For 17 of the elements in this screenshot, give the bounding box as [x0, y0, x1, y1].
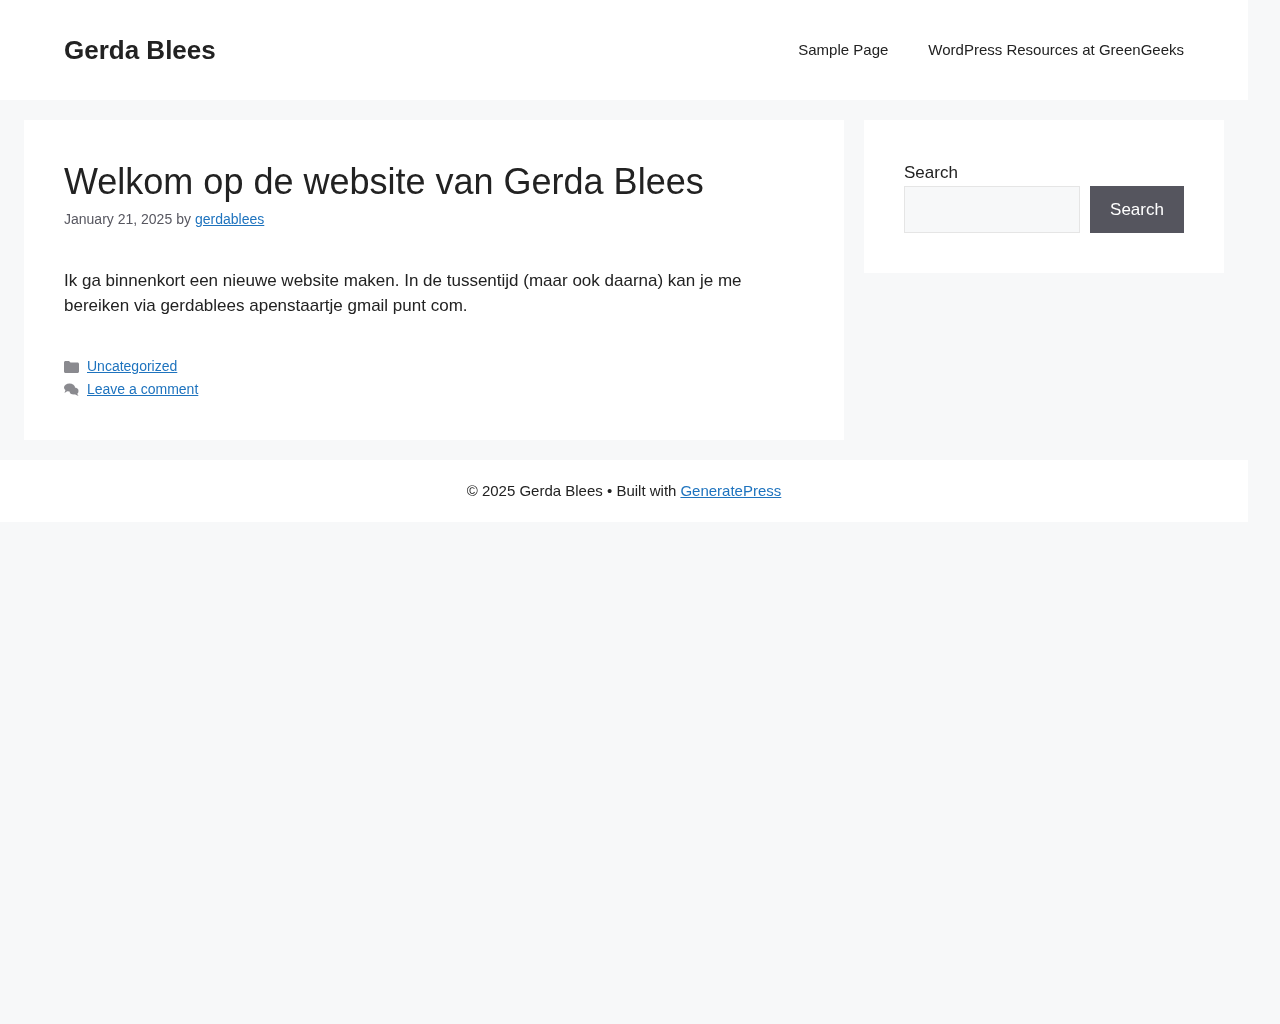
author-link[interactable]: gerdablees	[195, 209, 265, 231]
site-title[interactable]: Gerda Blees	[64, 30, 216, 70]
search-field[interactable]	[904, 186, 1080, 233]
copyright-text: © 2025 Gerda Blees • Built with	[466, 480, 677, 501]
search-button[interactable]: Search	[1090, 186, 1184, 233]
post-title: Welkom op de website van Gerda Blees	[64, 160, 705, 204]
folder-icon	[64, 360, 79, 373]
comments-icon	[64, 383, 79, 397]
post-body: Ik ga binnenkort een nieuwe website maken. In de tussentijd (maar ook daarna) kan je me bereiken via gerdablees apenstaartje gmail punt com.	[64, 270, 743, 318]
nav-link[interactable]: WordPress Resources at GreenGeeks	[928, 38, 1184, 62]
generatepress-link[interactable]: GeneratePress	[680, 479, 782, 503]
nav-link[interactable]: Sample Page	[798, 38, 889, 62]
post-date: January 21, 2025	[64, 210, 173, 230]
search-label: Search	[904, 162, 959, 184]
byline-text: by	[176, 210, 191, 230]
comment-link[interactable]: Leave a comment	[87, 379, 199, 401]
category-link[interactable]: Uncategorized	[87, 356, 178, 378]
